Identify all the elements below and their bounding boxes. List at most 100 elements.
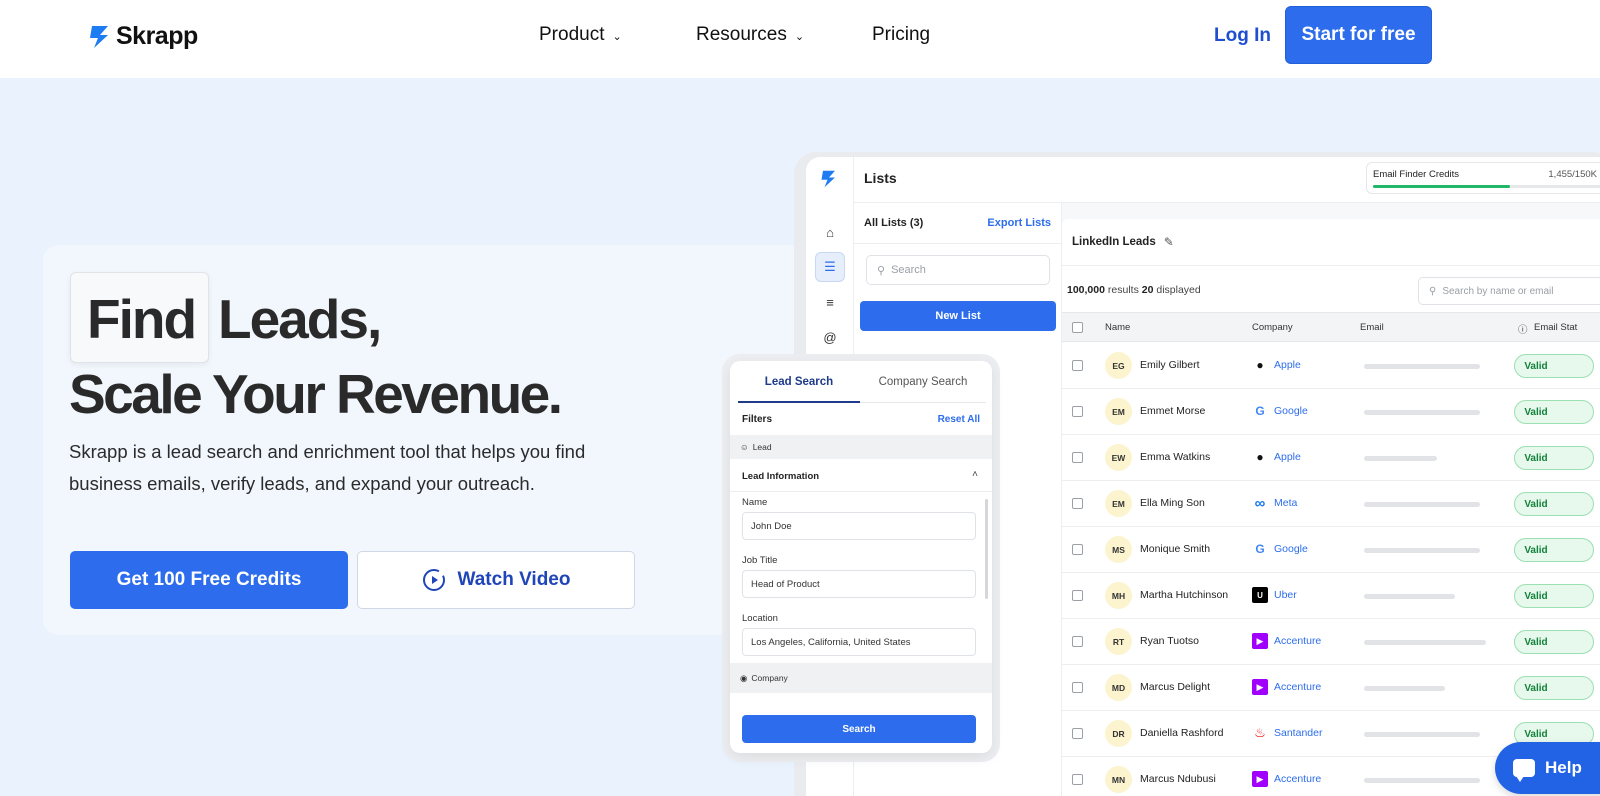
help-circle-icon: ⓘ — [1518, 325, 1528, 336]
leads-search-input[interactable]: ⚲ Search by name or email — [1418, 277, 1600, 305]
list-icon[interactable]: ☰ — [815, 252, 845, 282]
help-button[interactable]: Help — [1495, 742, 1600, 794]
table-row[interactable]: EM Emmet Morse G Google Valid — [1062, 389, 1600, 435]
row-checkbox[interactable] — [1072, 544, 1083, 555]
results-word: results — [1107, 284, 1139, 296]
credits-progress-fill — [1373, 185, 1510, 188]
email-placeholder-bar — [1364, 364, 1480, 369]
select-all-checkbox[interactable] — [1072, 322, 1083, 333]
company-link[interactable]: Apple — [1274, 359, 1301, 371]
row-checkbox[interactable] — [1072, 682, 1083, 693]
row-checkbox[interactable] — [1072, 452, 1083, 463]
row-checkbox[interactable] — [1072, 590, 1083, 601]
company-link[interactable]: Accenture — [1274, 635, 1321, 647]
login-link[interactable]: Log In — [1214, 25, 1271, 47]
credits-progress — [1373, 185, 1600, 188]
watch-video-button[interactable]: Watch Video — [357, 551, 635, 609]
pencil-icon[interactable]: ✎ — [1164, 235, 1174, 249]
apple-icon: ● — [1252, 357, 1268, 373]
get-free-credits-button[interactable]: Get 100 Free Credits — [70, 551, 348, 609]
panel-scrollbar[interactable] — [985, 499, 988, 599]
status-badge: Valid — [1514, 400, 1594, 424]
start-for-free-button[interactable]: Start for free — [1285, 6, 1432, 64]
company-link[interactable]: Uber — [1274, 589, 1297, 601]
table-header: Name Company Email ⓘ Email Stat — [1062, 312, 1600, 342]
reset-all-link[interactable]: Reset All — [938, 414, 980, 425]
lead-name[interactable]: Emmet Morse — [1140, 405, 1205, 417]
row-checkbox[interactable] — [1072, 406, 1083, 417]
tab-lead-search[interactable]: Lead Search — [738, 371, 860, 403]
table-row[interactable]: EG Emily Gilbert ● Apple Valid — [1062, 343, 1600, 389]
home-icon[interactable]: ⌂ — [815, 217, 845, 247]
row-checkbox[interactable] — [1072, 360, 1083, 371]
name-field[interactable]: John Doe — [742, 512, 976, 540]
leads-title-text: LinkedIn Leads — [1072, 236, 1156, 248]
row-checkbox[interactable] — [1072, 498, 1083, 509]
logo[interactable]: Skrapp — [88, 22, 198, 51]
table-row[interactable]: MS Monique Smith G Google Valid — [1062, 527, 1600, 573]
section-lead-label: Lead — [752, 442, 772, 452]
table-row[interactable]: MD Marcus Delight ▶ Accenture Valid — [1062, 665, 1600, 711]
location-field[interactable]: Los Angeles, California, United States — [742, 628, 976, 656]
status-badge: Valid — [1514, 676, 1594, 700]
lead-name[interactable]: Marcus Delight — [1140, 681, 1210, 693]
lead-name[interactable]: Marcus Ndubusi — [1140, 773, 1216, 785]
nav-resources[interactable]: Resources ⌄ — [696, 24, 804, 46]
name-label: Name — [742, 497, 768, 508]
new-list-button[interactable]: New List — [860, 301, 1056, 331]
row-checkbox[interactable] — [1072, 636, 1083, 647]
section-company-label: Company — [751, 673, 788, 683]
help-label: Help — [1545, 758, 1582, 777]
company-link[interactable]: Apple — [1274, 451, 1301, 463]
lead-name[interactable]: Ella Ming Son — [1140, 497, 1205, 509]
avatar: EM — [1105, 398, 1132, 425]
headline-leads: Leads, — [218, 288, 382, 350]
hero-subtitle: Skrapp is a lead search and enrichment t… — [69, 441, 586, 494]
company-link[interactable]: Google — [1274, 543, 1308, 555]
lead-name[interactable]: Ryan Tuotso — [1140, 635, 1199, 647]
user-icon: ☺ — [740, 442, 749, 452]
lead-name[interactable]: Emily Gilbert — [1140, 359, 1200, 371]
company-link[interactable]: Google — [1274, 405, 1308, 417]
tab-company-search[interactable]: Company Search — [860, 371, 986, 403]
table-row[interactable]: EW Emma Watkins ● Apple Valid — [1062, 435, 1600, 481]
email-placeholder-bar — [1364, 732, 1480, 737]
lead-name[interactable]: Monique Smith — [1140, 543, 1210, 555]
avatar: EM — [1105, 490, 1132, 517]
email-placeholder-bar — [1364, 502, 1480, 507]
app-title: Lists — [864, 170, 897, 186]
lists-search-placeholder: Search — [891, 264, 926, 276]
chevron-up-icon[interactable]: ˄ — [972, 469, 978, 480]
avatar: MH — [1105, 582, 1132, 609]
nav-product[interactable]: Product ⌄ — [539, 24, 622, 46]
col-company: Company — [1252, 322, 1293, 333]
accenture-icon: ▶ — [1252, 679, 1268, 695]
job-title-field[interactable]: Head of Product — [742, 570, 976, 598]
location-label: Location — [742, 613, 778, 624]
google-icon: G — [1255, 404, 1265, 418]
list-search-icon[interactable]: ≡ — [815, 287, 845, 317]
credits-value: 1,455/150K — [1548, 169, 1597, 180]
lead-information-toggle[interactable]: Lead Information — [742, 471, 819, 482]
col-email-status: Email Stat — [1534, 322, 1578, 333]
uber-icon: U — [1252, 587, 1268, 603]
company-link[interactable]: Accenture — [1274, 681, 1321, 693]
company-link[interactable]: Accenture — [1274, 773, 1321, 785]
export-lists-link[interactable]: Export Lists — [987, 217, 1051, 229]
lead-name[interactable]: Martha Hutchinson — [1140, 589, 1228, 601]
table-row[interactable]: RT Ryan Tuotso ▶ Accenture Valid — [1062, 619, 1600, 665]
lists-search-input[interactable]: ⚲ Search — [866, 255, 1050, 285]
row-checkbox[interactable] — [1072, 728, 1083, 739]
row-checkbox[interactable] — [1072, 774, 1083, 785]
table-row[interactable]: EM Ella Ming Son ∞ Meta Valid — [1062, 481, 1600, 527]
section-lead: ☺ Lead — [730, 435, 992, 459]
lead-name[interactable]: Daniella Rashford — [1140, 727, 1223, 739]
at-sign-icon[interactable]: @ — [815, 322, 845, 352]
lead-name[interactable]: Emma Watkins — [1140, 451, 1210, 463]
nav-pricing[interactable]: Pricing — [872, 24, 930, 46]
company-link[interactable]: Santander — [1274, 727, 1322, 739]
panel-search-button[interactable]: Search — [742, 715, 976, 743]
table-row[interactable]: MH Martha Hutchinson U Uber Valid — [1062, 573, 1600, 619]
company-link[interactable]: Meta — [1274, 497, 1297, 509]
santander-icon: ♨ — [1254, 725, 1266, 740]
